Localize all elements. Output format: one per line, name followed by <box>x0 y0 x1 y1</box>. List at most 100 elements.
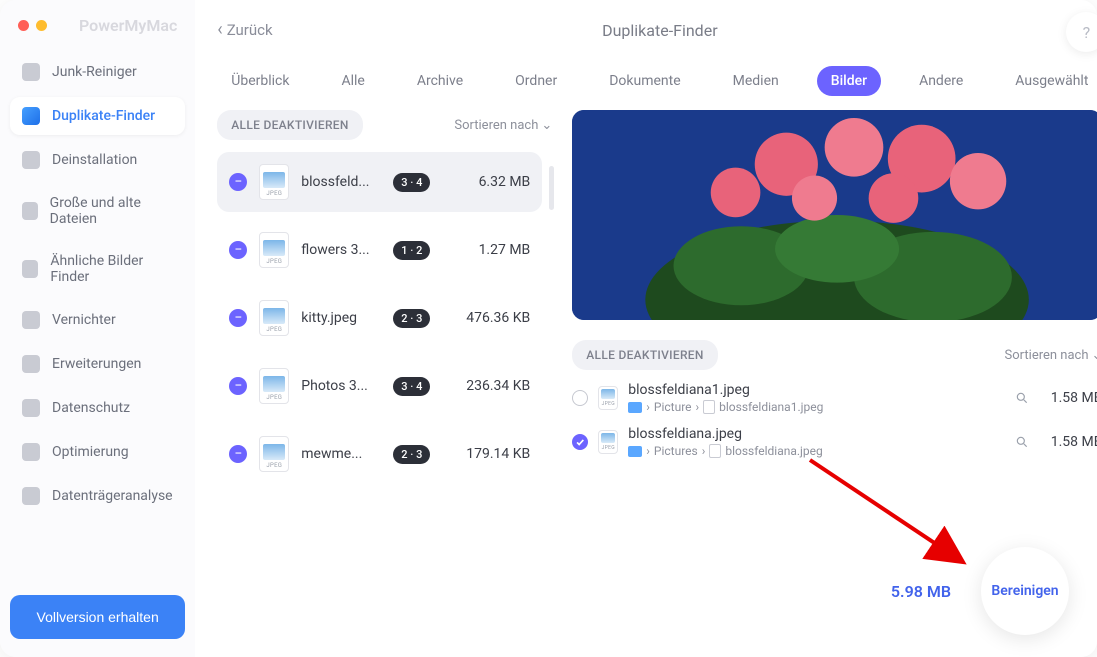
group-row[interactable]: − JPEG mewme... 2 · 3 179.14 KB <box>217 424 542 484</box>
sidebar-nav: Junk-Reiniger Duplikate-Finder Deinstall… <box>10 53 185 515</box>
jpeg-file-icon: JPEG <box>259 164 289 200</box>
sort-label: Sortieren nach <box>454 118 538 133</box>
path-sep: › <box>646 400 650 414</box>
details-toolbar: ALLE DEAKTIVIEREN Sortieren nach⌄ <box>572 340 1097 370</box>
tab-folders[interactable]: Ordner <box>501 66 571 96</box>
deselect-all-button[interactable]: ALLE DEAKTIVIEREN <box>217 110 362 140</box>
sidebar-item-optimization[interactable]: Optimierung <box>10 433 185 471</box>
magnify-icon[interactable] <box>1015 435 1029 449</box>
group-size: 6.32 MB <box>479 174 531 190</box>
group-size: 179.14 KB <box>466 446 530 462</box>
lock-icon <box>22 399 40 417</box>
jpeg-file-icon: JPEG <box>259 300 289 336</box>
file-size: 1.58 MB <box>1039 390 1097 406</box>
count-badge: 2 · 3 <box>393 445 430 464</box>
jpeg-file-icon: JPEG <box>598 386 618 410</box>
file-icon <box>703 400 715 414</box>
clean-button[interactable]: Bereinigen <box>981 547 1069 635</box>
gauge-icon <box>22 63 40 81</box>
category-tabs: Überblick Alle Archive Ordner Dokumente … <box>195 60 1097 110</box>
sidebar-item-duplicate-finder[interactable]: Duplikate-Finder <box>10 97 185 135</box>
group-row[interactable]: − JPEG flowers 3... 1 · 2 1.27 MB <box>217 220 542 280</box>
select-checkbox[interactable] <box>572 434 588 450</box>
path-sep: › <box>702 444 706 458</box>
tab-all[interactable]: Alle <box>327 66 378 96</box>
topbar: ‹Zurück Duplikate-Finder ? <box>195 0 1097 60</box>
sidebar-item-privacy[interactable]: Datenschutz <box>10 389 185 427</box>
full-version-button[interactable]: Vollversion erhalten <box>10 595 185 639</box>
sidebar-item-junk-cleaner[interactable]: Junk-Reiniger <box>10 53 185 91</box>
deselect-group-icon[interactable]: − <box>229 241 247 259</box>
select-checkbox[interactable] <box>572 390 588 406</box>
back-label: Zurück <box>227 21 273 39</box>
group-size: 1.27 MB <box>479 242 531 258</box>
folder-icon <box>628 446 642 457</box>
brand-label: PowerMyMac <box>79 16 177 35</box>
jpeg-file-icon: JPEG <box>259 436 289 472</box>
group-row[interactable]: − JPEG kitty.jpeg 2 · 3 476.36 KB <box>217 288 542 348</box>
sidebar-item-uninstaller[interactable]: Deinstallation <box>10 141 185 179</box>
tab-other[interactable]: Andere <box>905 66 977 96</box>
path-file: blossfeldiana.jpeg <box>725 444 822 458</box>
close-window-icon[interactable] <box>18 20 29 31</box>
sidebar-item-label: Erweiterungen <box>52 356 141 372</box>
back-button[interactable]: ‹ Zurück <box>217 21 272 39</box>
folder-name: Pictures <box>654 444 698 458</box>
scrollbar[interactable] <box>549 166 554 210</box>
main-area: ‹Zurück Duplikate-Finder ? Überblick All… <box>195 0 1097 657</box>
tab-documents[interactable]: Dokumente <box>595 66 694 96</box>
sort-button[interactable]: Sortieren nach⌄ <box>454 118 552 133</box>
chevron-left-icon: ‹ <box>217 21 222 39</box>
deselect-group-icon[interactable]: − <box>229 173 247 191</box>
detail-info: blossfeldiana1.jpeg › Picture › blossfel… <box>628 382 1004 414</box>
image-preview <box>572 110 1097 320</box>
deselect-group-icon[interactable]: − <box>229 445 247 463</box>
tab-media[interactable]: Medien <box>719 66 793 96</box>
sidebar-item-label: Junk-Reiniger <box>52 64 137 80</box>
detail-row[interactable]: JPEG blossfeldiana.jpeg › Pictures › blo… <box>572 426 1097 458</box>
footer: 5.98 MB Bereinigen <box>891 547 1069 635</box>
groups-toolbar: ALLE DEAKTIVIEREN Sortieren nach⌄ <box>217 110 552 140</box>
sidebar-item-shredder[interactable]: Vernichter <box>10 301 185 339</box>
help-button[interactable]: ? <box>1066 12 1097 52</box>
group-size: 236.34 KB <box>466 378 530 394</box>
detail-row[interactable]: JPEG blossfeldiana1.jpeg › Picture › blo… <box>572 382 1097 414</box>
deselect-all-details-button[interactable]: ALLE DEAKTIVIEREN <box>572 340 717 370</box>
duplicate-groups-pane: ALLE DEAKTIVIEREN Sortieren nach⌄ − JPEG… <box>217 110 552 635</box>
minimize-window-icon[interactable] <box>36 20 47 31</box>
file-icon <box>709 444 721 458</box>
file-path: › Picture › blossfeldiana1.jpeg <box>628 400 1004 414</box>
sidebar-item-disk-analysis[interactable]: Datenträgeranalyse <box>10 477 185 515</box>
tab-selected[interactable]: Ausgewählt <box>1001 66 1097 96</box>
count-badge: 3 · 4 <box>393 173 430 192</box>
traffic-lights <box>18 20 65 31</box>
folder-icon <box>628 402 642 413</box>
image-icon <box>22 260 38 278</box>
sidebar-item-label: Ähnliche Bilder Finder <box>50 253 173 285</box>
deselect-group-icon[interactable]: − <box>229 309 247 327</box>
sidebar-item-large-old-files[interactable]: Große und alte Dateien <box>10 185 185 237</box>
detail-list: JPEG blossfeldiana1.jpeg › Picture › blo… <box>572 382 1097 458</box>
deselect-group-icon[interactable]: − <box>229 377 247 395</box>
file-path: › Pictures › blossfeldiana.jpeg <box>628 444 1004 458</box>
count-badge: 3 · 4 <box>393 377 430 396</box>
magnify-icon[interactable] <box>1015 391 1029 405</box>
group-row[interactable]: − JPEG Photos 3... 3 · 4 236.34 KB <box>217 356 542 416</box>
path-file: blossfeldiana1.jpeg <box>719 400 823 414</box>
folder-name: Picture <box>654 400 692 414</box>
group-name: mewme... <box>301 446 381 462</box>
sidebar-item-extensions[interactable]: Erweiterungen <box>10 345 185 383</box>
count-badge: 2 · 3 <box>393 309 430 328</box>
disk-icon <box>22 487 40 505</box>
group-name: kitty.jpeg <box>301 310 381 326</box>
path-sep: › <box>646 444 650 458</box>
tab-images[interactable]: Bilder <box>817 66 881 96</box>
sort-details-button[interactable]: Sortieren nach⌄ <box>1005 348 1097 363</box>
tab-archives[interactable]: Archive <box>403 66 477 96</box>
group-name: blossfeld... <box>301 174 381 190</box>
sidebar-item-similar-images[interactable]: Ähnliche Bilder Finder <box>10 243 185 295</box>
group-size: 476.36 KB <box>466 310 530 326</box>
group-row[interactable]: − JPEG blossfeld... 3 · 4 6.32 MB <box>217 152 542 212</box>
tab-overview[interactable]: Überblick <box>217 66 303 96</box>
folder-icon <box>22 107 40 125</box>
